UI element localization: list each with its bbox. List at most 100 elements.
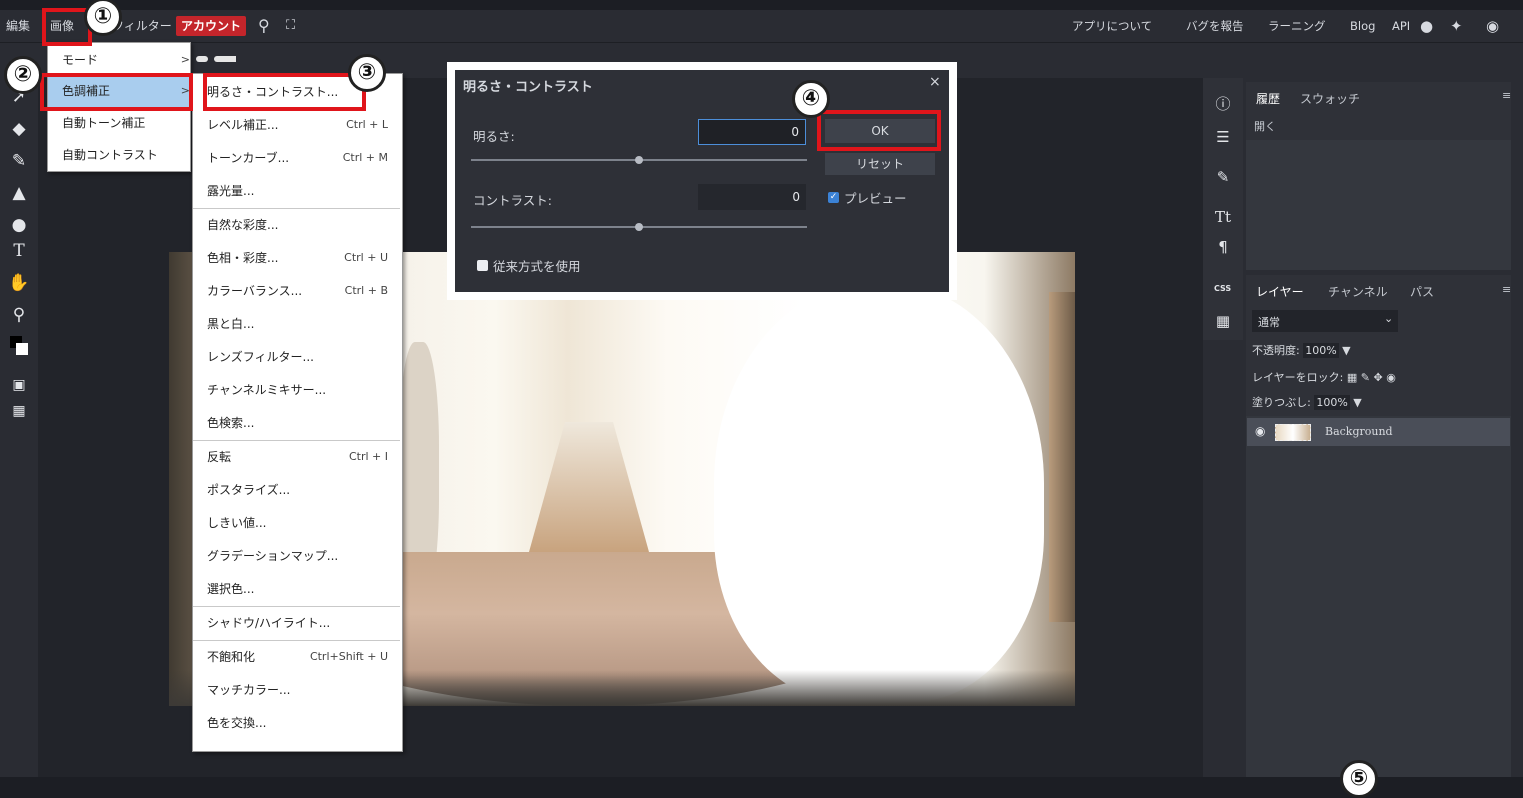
menu-item-adjustment[interactable]: 色検索... <box>193 407 400 439</box>
menu-edit[interactable]: 編集 <box>6 10 30 42</box>
opacity-label: 不透明度: <box>1252 344 1300 357</box>
zoom-tool-icon[interactable]: ⚲ <box>8 304 30 326</box>
highlight-brightness-contrast <box>203 73 366 111</box>
brightness-contrast-dialog: 明るさ・コントラスト × 明るさ: 0 OK リセット コントラスト: 0 ✓ … <box>455 70 949 292</box>
fill-input[interactable]: 100% <box>1314 395 1350 410</box>
menu-item-label: カラーバランス... <box>207 284 303 298</box>
menu-item-auto-tone[interactable]: 自動トーン補正 <box>48 107 190 139</box>
brush-taper-icon[interactable] <box>214 56 236 62</box>
menu-item-adjustment[interactable]: ポスタライズ... <box>193 474 400 506</box>
eraser-tool-icon[interactable]: ◆ <box>8 118 30 140</box>
link-report-bug[interactable]: バグを報告 <box>1186 10 1244 42</box>
caret-down-icon[interactable]: ▼ <box>1353 396 1361 409</box>
lock-move-icon[interactable]: ✥ <box>1374 371 1383 384</box>
account-button[interactable]: アカウント <box>176 16 247 36</box>
hand-tool-icon[interactable]: ✋ <box>8 272 30 294</box>
menu-item-label: しきい値... <box>207 516 267 530</box>
step-badge-5: ⑤ <box>1340 760 1378 798</box>
reset-button[interactable]: リセット <box>825 153 935 175</box>
brush-settings-icon[interactable]: ✎ <box>1212 166 1234 188</box>
menu-item-label: 選択色... <box>207 582 255 596</box>
link-blog[interactable]: Blog <box>1350 10 1375 42</box>
tool-bar: ➚ ◆ ✎ ▲ ● T ✋ ⚲ ▣ ▦ <box>0 78 38 777</box>
css-icon[interactable]: CSS <box>1214 284 1236 296</box>
close-icon[interactable]: × <box>929 74 941 90</box>
menu-item-label: モード <box>62 53 99 67</box>
menu-item-adjustment[interactable]: カラーバランス... Ctrl + B <box>193 275 400 307</box>
link-api[interactable]: API <box>1392 10 1410 42</box>
preview-checkbox[interactable]: ✓ <box>828 192 839 203</box>
brightness-slider-knob[interactable] <box>635 156 643 164</box>
history-entry[interactable]: 開く <box>1254 118 1276 134</box>
blur-tool-icon[interactable]: ● <box>8 214 30 236</box>
search-icon[interactable]: ⚲ <box>258 10 270 42</box>
fill-label: 塗りつぶし: <box>1252 396 1311 409</box>
panel-menu-icon[interactable]: ≡ <box>1502 283 1511 296</box>
contrast-input[interactable]: 0 <box>698 184 806 210</box>
brightness-input[interactable]: 0 <box>698 119 806 145</box>
brush-tool-icon[interactable]: ✎ <box>8 150 30 172</box>
stamp-tool-icon[interactable]: ▲ <box>8 182 30 204</box>
lock-paint-icon[interactable]: ✎ <box>1361 371 1370 384</box>
menu-item-label: レベル補正... <box>207 118 279 132</box>
menu-item-adjustment[interactable]: チャンネルミキサー... <box>193 374 400 406</box>
layer-row[interactable]: ◉ Background <box>1247 418 1510 446</box>
facebook-icon[interactable]: ◉ <box>1486 10 1499 42</box>
menu-item-adjustment[interactable]: しきい値... <box>193 507 400 539</box>
menu-item-label: レンズフィルター... <box>207 350 314 364</box>
tab-history[interactable]: 履歴 <box>1256 90 1280 107</box>
menu-item-adjustment[interactable]: レンズフィルター... <box>193 341 400 373</box>
legacy-label: 従来方式を使用 <box>493 259 581 274</box>
tab-paths[interactable]: パス <box>1410 283 1434 300</box>
menu-item-adjustment[interactable]: 反転 Ctrl + I <box>193 441 400 473</box>
blend-mode-select[interactable]: 通常 ⌄ <box>1252 310 1398 332</box>
layer-list <box>1246 416 1511 777</box>
menu-item-label: 自然な彩度... <box>207 218 279 232</box>
twitter-icon[interactable]: ✦ <box>1450 10 1463 42</box>
screen-mode-icon[interactable]: ▦ <box>8 400 30 422</box>
menu-item-adjustment[interactable]: 選択色... <box>193 573 400 605</box>
menu-item-adjustment[interactable]: レベル補正... Ctrl + L <box>193 109 400 141</box>
menu-item-adjustment[interactable]: 色相・彩度... Ctrl + U <box>193 242 400 274</box>
tab-channels[interactable]: チャンネル <box>1328 283 1388 300</box>
contrast-slider-knob[interactable] <box>635 223 643 231</box>
step-badge-3: ③ <box>348 54 386 92</box>
background-color-swatch[interactable] <box>16 343 28 355</box>
menu-item-adjustment[interactable]: シャドウ/ハイライト... <box>193 607 400 639</box>
menu-item-adjustment[interactable]: 色を交換... <box>193 707 400 739</box>
text-tool-icon[interactable]: T <box>8 240 30 262</box>
menu-item-adjustment[interactable]: 露光量... <box>193 175 400 207</box>
menu-item-adjustment[interactable]: 自然な彩度... <box>193 209 400 241</box>
link-about[interactable]: アプリについて <box>1072 10 1152 42</box>
blend-mode-value: 通常 <box>1258 316 1280 329</box>
paragraph-icon[interactable]: ¶ <box>1212 236 1234 258</box>
menu-item-mode[interactable]: モード > <box>48 45 190 75</box>
menu-item-adjustment[interactable]: グラデーションマップ... <box>193 540 400 572</box>
tab-swatches[interactable]: スウォッチ <box>1300 90 1360 107</box>
info-icon[interactable]: ⓘ <box>1212 93 1234 115</box>
mask-mode-icon[interactable]: ▣ <box>8 374 30 396</box>
image-icon[interactable]: ▦ <box>1212 310 1234 332</box>
menu-item-adjustment[interactable]: 不飽和化 Ctrl+Shift + U <box>193 641 400 673</box>
menu-item-label: 反転 <box>207 450 232 464</box>
lock-label: レイヤーをロック: <box>1252 371 1344 384</box>
lock-transparency-icon[interactable]: ▦ <box>1347 371 1357 384</box>
properties-icon[interactable]: ☰ <box>1212 126 1234 148</box>
link-learning[interactable]: ラーニング <box>1268 10 1326 42</box>
menu-item-adjustment[interactable]: トーンカーブ... Ctrl + M <box>193 142 400 174</box>
menu-item-auto-contrast[interactable]: 自動コントラスト <box>48 139 190 171</box>
visibility-eye-icon[interactable]: ◉ <box>1255 424 1265 438</box>
menu-item-label: 色検索... <box>207 416 255 430</box>
fullscreen-icon[interactable]: ⛶ <box>286 10 295 42</box>
caret-down-icon[interactable]: ▼ <box>1342 344 1350 357</box>
menu-item-adjustment[interactable]: マッチカラー... <box>193 674 400 706</box>
menu-item-adjustment[interactable]: 黒と白... <box>193 308 400 340</box>
character-icon[interactable]: Tt <box>1212 206 1234 228</box>
legacy-checkbox[interactable] <box>477 260 488 271</box>
reddit-icon[interactable]: ● <box>1420 10 1433 42</box>
opacity-input[interactable]: 100% <box>1303 343 1339 358</box>
lock-all-icon[interactable]: ◉ <box>1386 371 1396 384</box>
brush-shape-icon[interactable] <box>196 56 208 62</box>
panel-menu-icon[interactable]: ≡ <box>1502 89 1511 102</box>
tab-layers[interactable]: レイヤー <box>1256 283 1304 300</box>
